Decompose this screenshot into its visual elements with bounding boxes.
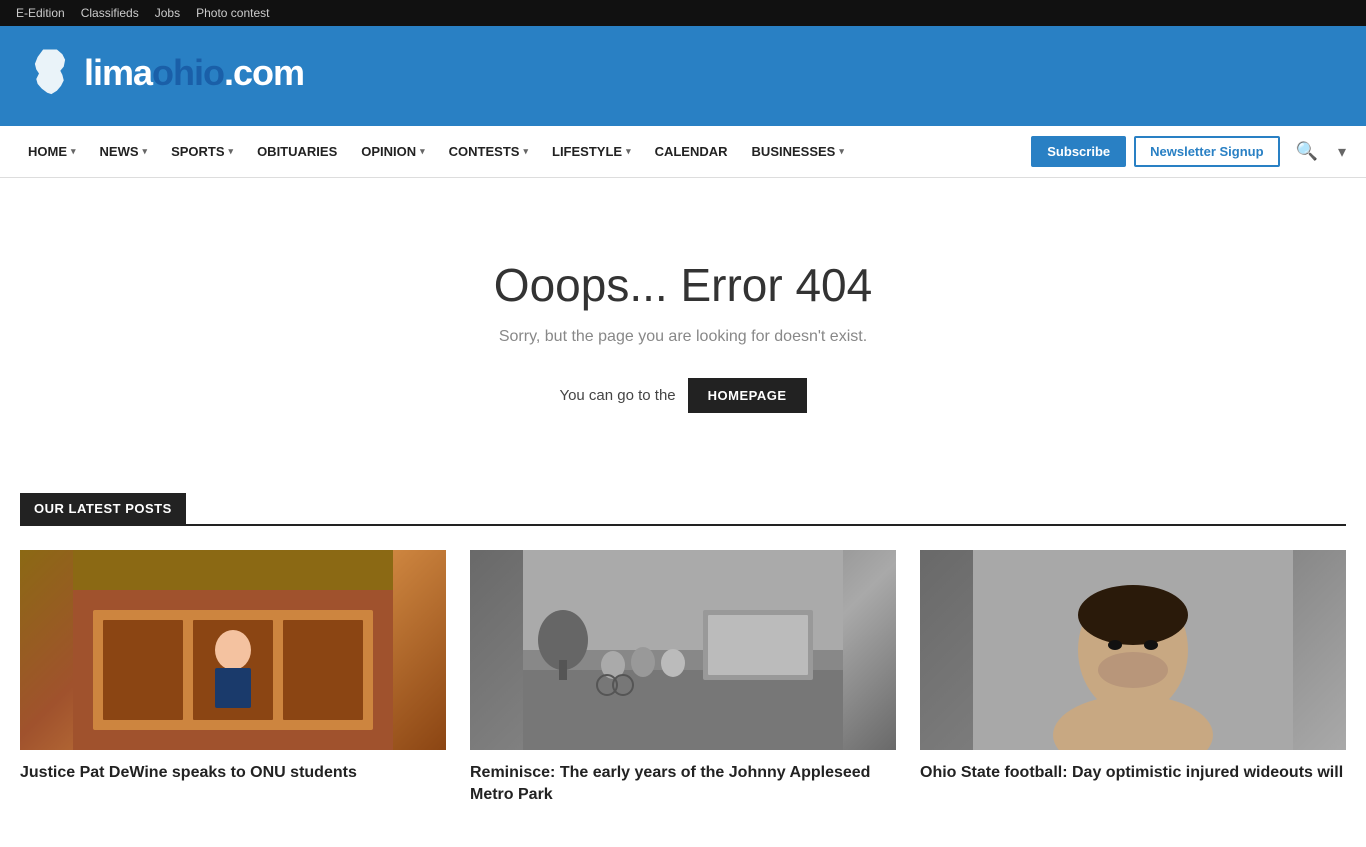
nav-right: Subscribe Newsletter Signup 🔍 ▾: [1031, 136, 1350, 167]
search-button[interactable]: 🔍: [1288, 141, 1326, 162]
logo-area[interactable]: limaohio.com: [20, 46, 304, 101]
main-content: Ooops... Error 404 Sorry, but the page y…: [83, 178, 1283, 493]
home-chevron-icon: ▾: [71, 146, 76, 157]
newsletter-button[interactable]: Newsletter Signup: [1134, 136, 1279, 167]
error-cta-text: You can go to the: [559, 387, 675, 404]
nav-contests[interactable]: CONTESTS ▾: [437, 126, 540, 177]
lifestyle-chevron-icon: ▾: [626, 146, 631, 157]
post-title-3: Ohio State football: Day optimistic inju…: [920, 762, 1346, 784]
search-icon: 🔍: [1296, 141, 1318, 161]
opinion-chevron-icon: ▾: [420, 146, 425, 157]
nav-sports[interactable]: SPORTS ▾: [159, 126, 245, 177]
post-title-1: Justice Pat DeWine speaks to ONU student…: [20, 762, 446, 784]
park-image-icon: [470, 550, 896, 750]
nav-arrow-icon[interactable]: ▾: [1334, 142, 1350, 162]
nav-calendar[interactable]: CALENDAR: [643, 126, 740, 177]
site-header: limaohio.com: [0, 26, 1366, 126]
logo-text: limaohio.com: [84, 52, 304, 94]
contests-chevron-icon: ▾: [523, 146, 528, 157]
error-subtitle: Sorry, but the page you are looking for …: [123, 328, 1243, 346]
post-image-3: [920, 550, 1346, 750]
top-bar-photo-contest[interactable]: Photo contest: [196, 6, 269, 20]
top-bar: E-Edition Classifieds Jobs Photo contest: [0, 0, 1366, 26]
error-title: Ooops... Error 404: [123, 258, 1243, 312]
top-bar-e-edition[interactable]: E-Edition: [16, 6, 65, 20]
post-card-2[interactable]: Reminisce: The early years of the Johnny…: [470, 550, 896, 807]
ohio-shape-icon: [20, 46, 80, 101]
nav-businesses[interactable]: BUSINESSES ▾: [740, 126, 856, 177]
posts-grid: Justice Pat DeWine speaks to ONU student…: [20, 550, 1346, 807]
sports-chevron-icon: ▾: [229, 146, 234, 157]
post-title-2: Reminisce: The early years of the Johnny…: [470, 762, 896, 807]
courtroom-image-icon: [20, 550, 446, 750]
section-header: OUR LATEST POSTS: [20, 493, 1346, 526]
post-image-2: [470, 550, 896, 750]
latest-posts-section: OUR LATEST POSTS Justice Pa: [0, 493, 1366, 847]
nav-obituaries[interactable]: OBITUARIES: [245, 126, 349, 177]
post-image-1: [20, 550, 446, 750]
top-bar-jobs[interactable]: Jobs: [155, 6, 180, 20]
businesses-chevron-icon: ▾: [839, 146, 844, 157]
news-chevron-icon: ▾: [143, 146, 148, 157]
section-title: OUR LATEST POSTS: [20, 493, 186, 524]
post-card-1[interactable]: Justice Pat DeWine speaks to ONU student…: [20, 550, 446, 807]
nav-lifestyle[interactable]: LIFESTYLE ▾: [540, 126, 643, 177]
error-cta: You can go to the HOMEPAGE: [123, 378, 1243, 413]
post-card-3[interactable]: Ohio State football: Day optimistic inju…: [920, 550, 1346, 807]
main-nav: HOME ▾ NEWS ▾ SPORTS ▾ OBITUARIES OPINIO…: [0, 126, 1366, 178]
top-bar-classifieds[interactable]: Classifieds: [81, 6, 139, 20]
subscribe-button[interactable]: Subscribe: [1031, 136, 1126, 167]
nav-home[interactable]: HOME ▾: [16, 126, 88, 177]
nav-news[interactable]: NEWS ▾: [88, 126, 160, 177]
nav-items: HOME ▾ NEWS ▾ SPORTS ▾ OBITUARIES OPINIO…: [16, 126, 1031, 177]
error-section: Ooops... Error 404 Sorry, but the page y…: [103, 218, 1263, 473]
nav-opinion[interactable]: OPINION ▾: [349, 126, 436, 177]
homepage-button[interactable]: HOMEPAGE: [688, 378, 807, 413]
football-image-icon: [920, 550, 1346, 750]
